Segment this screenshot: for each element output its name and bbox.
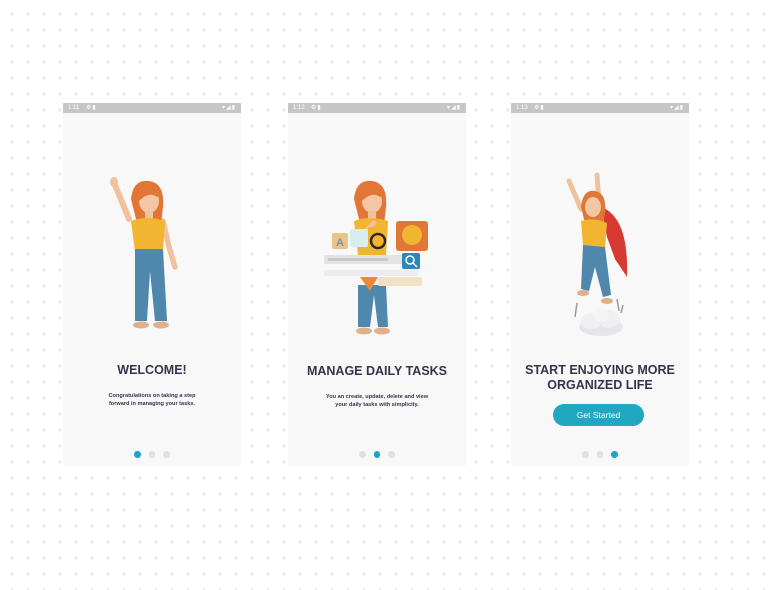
status-bar: 1:11 ⚙▮ ▾◢▮ [63,103,241,113]
page-dot-3[interactable] [611,451,618,458]
get-started-button[interactable]: Get Started [553,404,644,426]
page-dot-3[interactable] [388,451,395,458]
thinking-woman-with-cards-illustration: A [324,180,428,335]
screen-title: WELCOME! [117,363,187,377]
page-dot-1[interactable] [134,451,141,458]
page-indicator[interactable] [288,451,466,458]
page-dot-1[interactable] [582,451,589,458]
page-indicator[interactable] [63,451,241,458]
page-dot-3[interactable] [163,451,170,458]
battery-icon: ▮ [679,105,684,111]
screen-description: You an create, update, delete and view y… [325,394,429,408]
page-dot-2[interactable] [148,451,156,458]
sim-icon: ▮ [317,105,322,111]
sim-icon: ▮ [92,105,97,111]
screen-description: Congratulations on taking a step forward… [108,393,196,407]
status-time: 1:11 [68,105,80,111]
battery-icon: ▮ [456,105,461,111]
page-dot-2[interactable] [373,451,381,458]
onboarding-screen-welcome: 1:11 ⚙▮ ▾◢▮ WELCOME! Congratulations on … [63,103,241,466]
battery-icon: ▮ [231,105,236,111]
svg-text:A: A [336,237,344,249]
flying-superhero-woman-illustration [566,172,628,336]
page-indicator[interactable] [511,451,689,458]
status-bar: 1:12 ⚙▮ ▾◢▮ [288,103,466,113]
screen-title: MANAGE DAILY TASKS [306,364,448,378]
status-time: 1:13 [516,105,528,111]
onboarding-screen-get-started: 1:13 ⚙▮ ▾◢▮ START ENJOYING MORE ORGANIZE… [511,103,689,466]
sim-icon: ▮ [540,105,545,111]
page-dot-1[interactable] [359,451,366,458]
screen-title: START ENJOYING MORE ORGANIZED LIFE [525,363,675,392]
status-time: 1:12 [293,105,305,111]
waving-woman-illustration [110,177,178,329]
status-bar: 1:13 ⚙▮ ▾◢▮ [511,103,689,113]
page-dot-2[interactable] [596,451,604,458]
onboarding-screen-manage-tasks: 1:12 ⚙▮ ▾◢▮ A MANAGE DAILY TASKS You an … [288,103,466,466]
